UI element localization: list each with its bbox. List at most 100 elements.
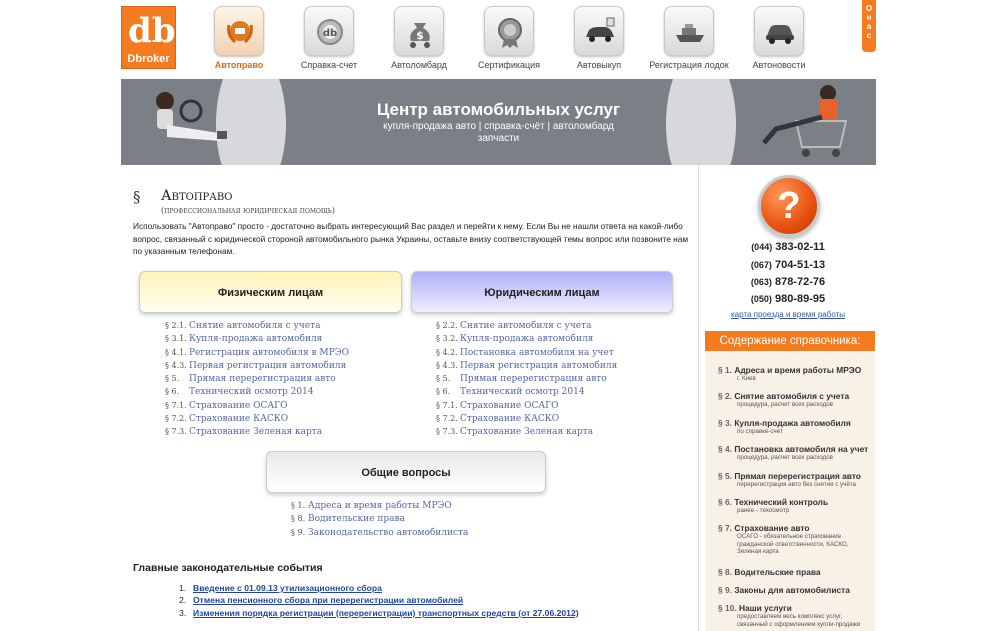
car-price-icon: [574, 6, 624, 56]
help-question-icon[interactable]: ?: [758, 175, 820, 237]
section-link[interactable]: Регистрация автомобиля в МРЭО: [189, 348, 349, 358]
phone-code: (050): [750, 294, 772, 304]
toc-title: Снятие автомобиля с учета: [734, 391, 850, 401]
section-link[interactable]: Снятие автомобиля с учета: [460, 321, 591, 331]
phone-digits: 704-51-13: [774, 259, 826, 271]
section-link[interactable]: Постановка автомобиля на учет: [460, 348, 614, 358]
list-item: 2. Отмена пенсионного сбора при перерегис…: [179, 594, 579, 606]
toc-item[interactable]: § 10. Наши услуги предоставляем весь комп…: [718, 603, 873, 628]
section-link[interactable]: Снятие автомобиля с учета: [189, 321, 320, 331]
section-link[interactable]: Водительские права: [308, 514, 405, 524]
toc-item[interactable]: § 8. Водительские права: [718, 567, 873, 577]
nav-item-avtopravo[interactable]: Автоправо: [194, 6, 284, 72]
toc-number: § 1.: [718, 365, 732, 375]
toc-description: процедура, расчет всех расходов: [737, 454, 833, 461]
toc-item[interactable]: § 7. Страхование авто ОСАГО - обязательно…: [718, 523, 873, 556]
toc-description: процедура, расчет всех расходов: [737, 401, 833, 408]
toc-title-row: § 2. Снятие автомобиля с учета: [718, 391, 873, 401]
legal-entities-button[interactable]: Юридическим лицам: [411, 271, 673, 313]
section-link[interactable]: Страхование КАСКО: [189, 414, 288, 424]
toc-item[interactable]: § 1. Адреса и время работы МРЭО г. Киев: [718, 365, 873, 383]
certificate-seal-icon: [484, 6, 534, 56]
toc-item[interactable]: § 2. Снятие автомобиля с учета процедура,…: [718, 391, 873, 409]
section-link[interactable]: Страхование ОСАГО: [460, 401, 559, 411]
toc-item[interactable]: § 3. Купля-продажа автомобиля по справке-…: [718, 418, 873, 436]
toc-title-row: § 4. Постановка автомобиля на учет: [718, 444, 873, 454]
toc-item[interactable]: § 5. Прямая перерегистрация авто перереги…: [718, 471, 873, 489]
list-item: § 2.2. Снятие автомобиля с учета: [436, 319, 617, 332]
list-item: 1. Введение с 01.09.13 утилизационного сб…: [179, 582, 579, 594]
map-link[interactable]: карта проезда и время работы: [700, 310, 876, 319]
nav-item-avtolombard[interactable]: $ Автоломбард: [374, 6, 464, 72]
individuals-button[interactable]: Физическим лицам: [139, 271, 402, 313]
event-link[interactable]: Введение с 01.09.13 утилизационного сбор…: [193, 583, 382, 593]
nav-item-avtovykup[interactable]: Автовыкуп: [554, 6, 644, 72]
section-number: § 3.1.: [165, 334, 187, 344]
phone-digits: 980-89-95: [774, 293, 826, 305]
section-number: § 2.2.: [436, 321, 458, 330]
section-link[interactable]: Страхование Зеленая карта: [460, 427, 593, 437]
site-logo[interactable]: db Dbroker: [121, 6, 176, 69]
about-tab-letter: О: [865, 4, 873, 13]
general-questions-links: § 1. Адреса и время работы МРЭО § 8. Водит…: [291, 499, 468, 539]
banner-subtitle: купля-продажа авто | справка-счёт | авто…: [383, 121, 614, 132]
nav-label: Справка-счет: [300, 60, 358, 70]
nav-item-certification[interactable]: Сертификация: [464, 6, 554, 72]
section-number: § 1.: [291, 501, 306, 510]
section-link[interactable]: Страхование ОСАГО: [189, 401, 288, 411]
event-link[interactable]: Изменения порядка регистрации (перерегис…: [193, 608, 579, 618]
section-link[interactable]: Страхование КАСКО: [460, 414, 559, 424]
list-item: § 4.1. Регистрация автомобиля в МРЭО: [165, 346, 349, 359]
main-content: § Автоправо (профессиональная юридическа…: [121, 165, 699, 631]
section-link[interactable]: Технический осмотр 2014: [189, 387, 314, 397]
toc-title: Законы для автомобилиста: [734, 585, 850, 595]
section-number: § 4.1.: [165, 347, 187, 357]
list-item: § 6. Технический осмотр 2014: [436, 385, 617, 398]
sidebar: ? (044) 383-02-11 (067) 704-51-13 (063) …: [700, 165, 876, 631]
money-bag-icon: $: [394, 6, 444, 56]
section-link[interactable]: Первая регистрация автомобиля: [189, 361, 346, 371]
list-item: § 5. Прямая перерегистрация авто: [165, 372, 349, 385]
nav-item-spravka[interactable]: db Справка-счет: [284, 6, 374, 72]
section-number: § 3.2.: [436, 334, 458, 344]
section-link[interactable]: Технический осмотр 2014: [460, 387, 585, 397]
toc-item[interactable]: § 4. Постановка автомобиля на учет процед…: [718, 444, 873, 462]
section-link[interactable]: Купля-продажа автомобиля: [189, 334, 322, 344]
toc-item[interactable]: § 9. Законы для автомобилиста: [718, 585, 873, 595]
phone-number: (067) 704-51-13: [700, 259, 876, 271]
event-link[interactable]: Отмена пенсионного сбора при перерегистр…: [193, 595, 463, 605]
nav-item-boats[interactable]: Регистрация лодок: [644, 6, 734, 72]
toc-number: § 5.: [718, 471, 732, 481]
section-link[interactable]: Страхование Зеленая карта: [189, 427, 322, 437]
contents-panel: § 1. Адреса и время работы МРЭО г. Киев §…: [705, 351, 875, 631]
nav-label: Автоновости: [752, 60, 806, 70]
about-us-tab[interactable]: Онас: [862, 0, 876, 52]
list-item: § 7.1. Страхование ОСАГО: [165, 399, 349, 412]
document-badge-icon: db: [304, 6, 354, 56]
nav-item-news[interactable]: Автоновости: [734, 6, 824, 72]
event-number: 3.: [179, 607, 187, 618]
section-number: § 7.3.: [436, 427, 458, 437]
toc-number: § 2.: [718, 391, 732, 401]
toc-number: § 4.: [718, 444, 732, 454]
toc-description: ОСАГО - обязательное страхование граждан…: [737, 533, 849, 556]
section-link[interactable]: Первая регистрация автомобиля: [460, 361, 617, 371]
toc-item[interactable]: § 6. Технический контроль ранее - техосмо…: [718, 497, 873, 515]
intro-text: Использовать "Автоправо" просто - достат…: [133, 221, 689, 256]
toc-title: Постановка автомобиля на учет: [734, 444, 869, 454]
list-item: § 6. Технический осмотр 2014: [165, 385, 349, 398]
toc-title: Страхование авто: [734, 523, 810, 533]
page-title: Автоправо: [161, 188, 233, 204]
section-number: § 4.2.: [436, 347, 458, 357]
section-number: § 5.: [436, 374, 451, 384]
section-link[interactable]: Прямая перерегистрация авто: [189, 374, 336, 384]
general-questions-button[interactable]: Общие вопросы: [266, 451, 546, 493]
section-link[interactable]: Прямая перерегистрация авто: [460, 374, 607, 384]
section-link[interactable]: Адреса и время работы МРЭО: [308, 501, 452, 511]
section-link[interactable]: Законодательство автомобилиста: [308, 528, 468, 538]
list-item: § 2.1. Снятие автомобиля с учета: [165, 319, 349, 332]
section-number: § 7.1.: [436, 400, 458, 410]
section-link[interactable]: Купля-продажа автомобиля: [460, 334, 593, 344]
list-item: 3. Изменения порядка регистрации (перерег…: [179, 607, 579, 619]
toc-title-row: § 10. Наши услуги: [718, 603, 873, 613]
